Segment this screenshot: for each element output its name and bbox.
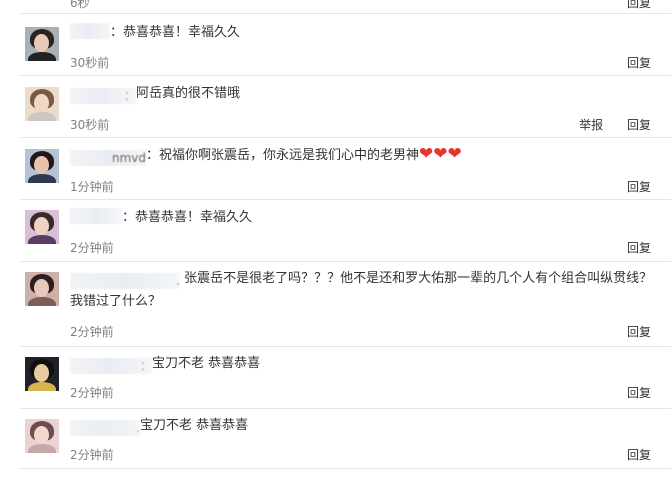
avatar-face — [34, 156, 49, 174]
comment-item: 6秒 回复 — [0, 0, 671, 14]
avatar-face — [34, 217, 49, 235]
comment-body: 宝刀不老 恭喜恭喜 — [140, 418, 249, 433]
heart-icon: ❤❤❤ — [419, 144, 462, 164]
comment-time: 2分钟前 — [70, 325, 114, 339]
avatar-face — [34, 364, 49, 382]
comment-text: nmvd：祝福你啊张震岳，你永远是我们心中的老男神❤❤❤ — [70, 144, 663, 167]
reply-link[interactable]: 回复 — [627, 0, 651, 10]
comment-text: ：恭喜恭喜！幸福久久 — [70, 206, 663, 229]
comment-item: ：阿岳真的很不错哦 30秒前 举报 回复 — [0, 76, 671, 137]
comment-text: ：宝刀不老 恭喜恭喜 — [70, 352, 663, 375]
comment-item: ：宝刀不老 恭喜恭喜 2分钟前 回复 — [0, 347, 671, 408]
avatar-shoulders — [28, 235, 56, 244]
comment-text: .宝刀不老 恭喜恭喜 — [70, 414, 663, 437]
username[interactable]: . — [70, 273, 180, 289]
comment-body: ：祝福你啊张震岳，你永远是我们心中的老男神 — [146, 148, 420, 163]
comment-body: 阿岳真的很不错哦 — [136, 86, 241, 101]
avatar-face — [34, 34, 49, 52]
reply-link[interactable]: 回复 — [627, 386, 651, 400]
comment-text: . 张震岳不是很老了吗？？？他不是还和罗大佑那一辈的几个人有个组合叫纵贯线？我错… — [70, 267, 663, 313]
comment-time: 2分钟前 — [70, 386, 114, 400]
username[interactable]: ： — [70, 88, 136, 104]
avatar-face — [34, 94, 49, 112]
username[interactable]: . — [70, 420, 140, 436]
username[interactable]: ： — [70, 358, 152, 374]
comment-body: 宝刀不老 恭喜恭喜 — [152, 356, 261, 371]
avatar-shoulders — [28, 52, 56, 61]
reply-link[interactable]: 回复 — [627, 241, 651, 255]
comment-text: ：阿岳真的很不错哦 — [70, 82, 663, 105]
comment-time: 2分钟前 — [70, 241, 114, 255]
comment-body: ：恭喜恭喜！幸福久久 — [122, 210, 253, 225]
username[interactable] — [70, 23, 110, 39]
comment-time: 30秒前 — [70, 56, 110, 70]
avatar[interactable] — [25, 357, 59, 391]
avatar[interactable] — [25, 149, 59, 183]
username[interactable] — [70, 208, 122, 224]
comment-body: ：恭喜恭喜！幸福久久 — [110, 25, 241, 40]
comment-actions: 回复 — [627, 384, 651, 401]
comment-actions: 回复 — [627, 323, 651, 340]
reply-link[interactable]: 回复 — [627, 118, 651, 132]
comment-actions: 回复 — [627, 239, 651, 256]
reply-link[interactable]: 回复 — [627, 180, 651, 194]
avatar-face — [34, 279, 49, 297]
avatar-shoulders — [28, 112, 56, 121]
comment-actions: 回复 — [627, 0, 651, 11]
comment-text: ：恭喜恭喜！幸福久久 — [70, 21, 663, 44]
avatar-shoulders — [28, 444, 56, 453]
comment-item: ：恭喜恭喜！幸福久久 30秒前 回复 — [0, 14, 671, 75]
reply-link[interactable]: 回复 — [627, 448, 651, 462]
avatar[interactable] — [25, 272, 59, 306]
comment-item: nmvd：祝福你啊张震岳，你永远是我们心中的老男神❤❤❤ 1分钟前 回复 — [0, 138, 671, 199]
avatar-shoulders — [28, 382, 56, 391]
avatar[interactable] — [25, 210, 59, 244]
comment-item: . 张震岳不是很老了吗？？？他不是还和罗大佑那一辈的几个人有个组合叫纵贯线？我错… — [0, 262, 671, 346]
comment-actions: 回复 — [627, 446, 651, 463]
avatar[interactable] — [25, 27, 59, 61]
avatar-face — [34, 426, 49, 444]
comment-time: 2分钟前 — [70, 448, 114, 462]
comment-time: 6秒 — [70, 0, 90, 10]
comment-item: ：恭喜恭喜！幸福久久 2分钟前 回复 — [0, 200, 671, 261]
comment-item: .宝刀不老 恭喜恭喜 2分钟前 回复 — [0, 409, 671, 477]
avatar[interactable] — [25, 87, 59, 121]
report-link[interactable]: 举报 — [579, 118, 603, 132]
divider — [20, 468, 671, 469]
comment-actions: 回复 — [627, 178, 651, 195]
comment-time: 1分钟前 — [70, 180, 114, 194]
avatar[interactable] — [25, 419, 59, 453]
comment-list: 6秒 回复 ：恭喜恭喜！幸福久久 30秒前 回复 ：阿岳真的很不错哦 30秒前 — [0, 0, 671, 477]
reply-link[interactable]: 回复 — [627, 325, 651, 339]
comment-time: 30秒前 — [70, 118, 110, 132]
comment-actions: 回复 — [627, 54, 651, 71]
username[interactable]: nmvd — [70, 150, 146, 166]
avatar-shoulders — [28, 297, 56, 306]
avatar-shoulders — [28, 174, 56, 183]
comment-actions: 举报 回复 — [579, 116, 651, 133]
reply-link[interactable]: 回复 — [627, 56, 651, 70]
